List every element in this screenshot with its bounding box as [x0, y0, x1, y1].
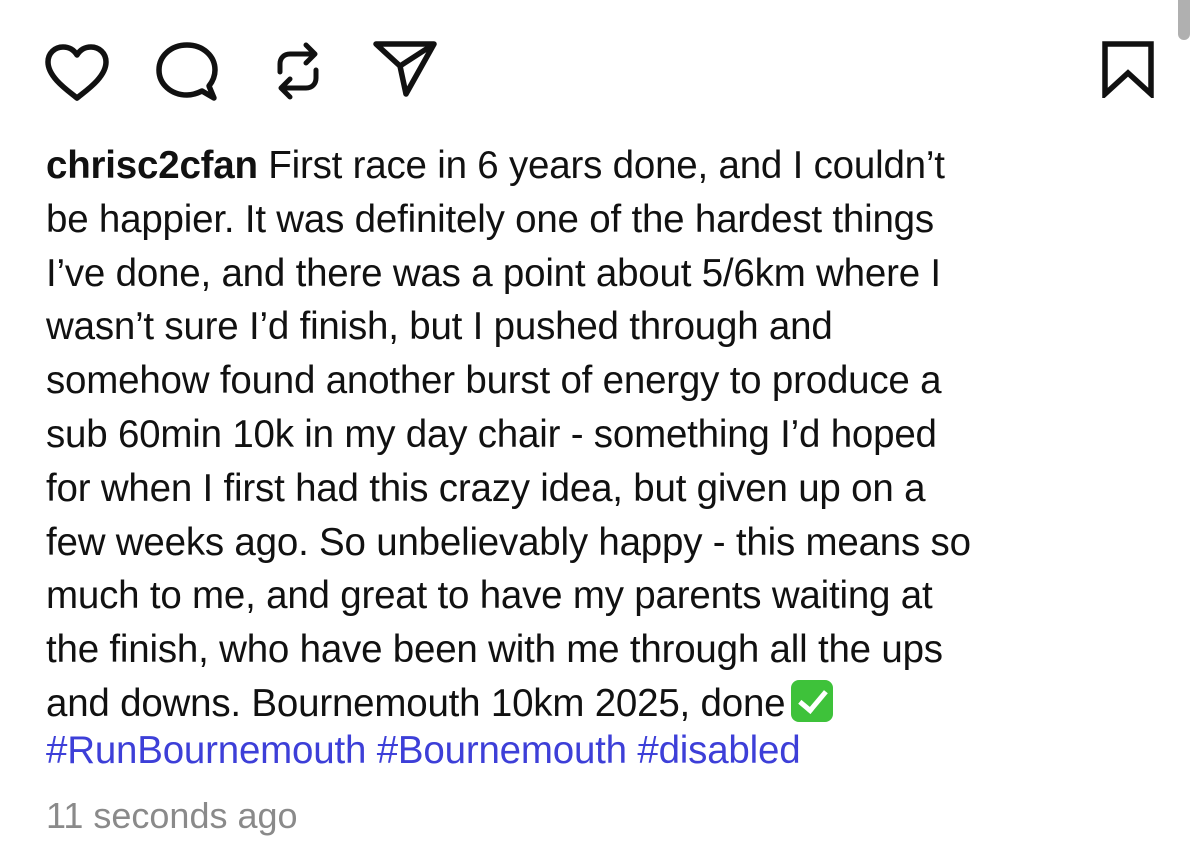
heart-icon[interactable] [44, 44, 110, 102]
post-timestamp: 11 seconds ago [46, 795, 298, 836]
caption-text: and downs. Bournemouth 10km 2025, done [46, 681, 786, 725]
bookmark-icon[interactable] [1100, 40, 1156, 98]
post-username[interactable]: chrisc2cfan [46, 144, 258, 187]
post-caption: chrisc2cfan First race in 6 years done, … [46, 139, 1166, 731]
send-icon[interactable] [372, 38, 438, 100]
caption-line: be happier. It was definitely one of the… [46, 197, 934, 241]
caption-line: sub 60min 10k in my day chair - somethin… [46, 412, 937, 456]
caption-line: for when I first had this crazy idea, bu… [46, 466, 926, 510]
repost-icon[interactable] [270, 42, 326, 100]
caption-text: First race in 6 years done, and I couldn… [257, 144, 945, 187]
caption-line: few weeks ago. So unbelievably happy - t… [46, 520, 971, 564]
check-mark-emoji-icon [791, 679, 834, 722]
hashtag-list: #RunBournemouth #Bournemouth #disabled [46, 724, 801, 777]
caption-line: wasn’t sure I’d finish, but I pushed thr… [46, 305, 833, 349]
hashtag-bournemouth[interactable]: #Bournemouth [377, 729, 627, 772]
caption-line: much to me, and great to have my parents… [46, 574, 933, 618]
caption-line: and downs. Bournemouth 10km 2025, done [46, 677, 1166, 731]
caption-line: I’ve done, and there was a point about 5… [46, 251, 941, 295]
caption-line: somehow found another burst of energy to… [46, 359, 942, 403]
post-action-bar [0, 0, 1200, 120]
hashtag-run-bournemouth[interactable]: #RunBournemouth [46, 729, 366, 772]
caption-line: chrisc2cfan First race in 6 years done, … [46, 139, 1166, 193]
hashtag-disabled[interactable]: #disabled [637, 729, 800, 772]
comment-icon[interactable] [156, 42, 218, 102]
caption-line: the finish, who have been with me throug… [46, 628, 943, 672]
